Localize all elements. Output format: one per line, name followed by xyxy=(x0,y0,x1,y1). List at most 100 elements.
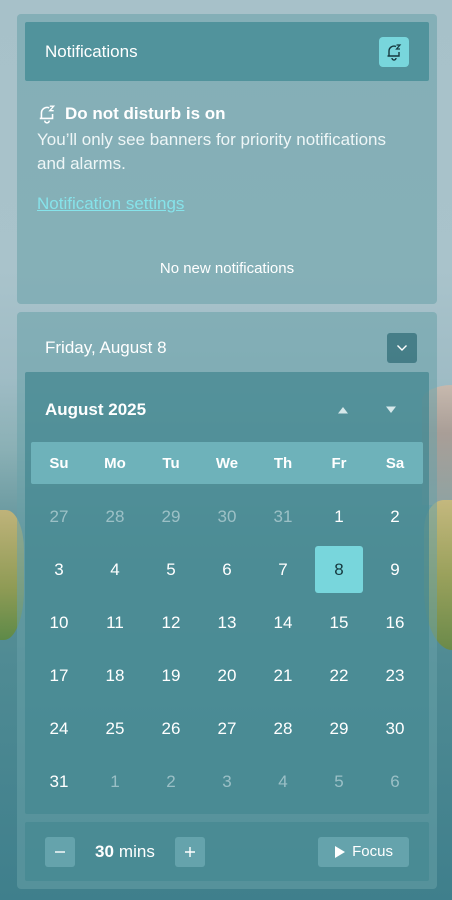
calendar-day-number: 19 xyxy=(161,665,181,685)
dnd-status-description: You’ll only see banners for priority not… xyxy=(37,130,387,173)
calendar-day-number: 28 xyxy=(273,718,293,738)
calendar-day-number: 30 xyxy=(217,506,237,526)
increase-duration-button[interactable] xyxy=(174,836,205,867)
calendar-day-number: 14 xyxy=(273,612,293,632)
calendar-day-number: 24 xyxy=(49,718,69,738)
calendar-day[interactable]: 1 xyxy=(87,755,143,808)
dnd-status-row: Do not disturb is on xyxy=(37,104,226,124)
calendar-day[interactable]: 28 xyxy=(87,490,143,543)
calendar-day-number: 4 xyxy=(110,559,120,579)
weekday-label: Th xyxy=(273,454,293,472)
calendar-day[interactable]: 26 xyxy=(143,702,199,755)
bell-snooze-icon xyxy=(39,105,56,124)
calendar-day[interactable]: 6 xyxy=(199,543,255,596)
calendar-day[interactable]: 16 xyxy=(367,596,423,649)
calendar-day-number: 9 xyxy=(390,559,400,579)
calendar-day-number: 6 xyxy=(222,559,232,579)
calendar-day[interactable]: 9 xyxy=(367,543,423,596)
calendar-day[interactable]: 29 xyxy=(143,490,199,543)
calendar-day-number: 28 xyxy=(105,506,125,526)
calendar-day[interactable]: 22 xyxy=(311,649,367,702)
calendar-day[interactable]: 27 xyxy=(199,702,255,755)
calendar-day-number: 3 xyxy=(222,771,232,791)
calendar-day[interactable]: 3 xyxy=(31,543,87,596)
start-focus-button[interactable]: Focus xyxy=(318,836,409,867)
calendar-day[interactable]: 28 xyxy=(255,702,311,755)
calendar-day[interactable]: 18 xyxy=(87,649,143,702)
calendar-day[interactable]: 25 xyxy=(87,702,143,755)
calendar-day[interactable]: 2 xyxy=(143,755,199,808)
calendar-day[interactable]: 30 xyxy=(367,702,423,755)
calendar-day[interactable]: 24 xyxy=(31,702,87,755)
calendar-day[interactable]: 31 xyxy=(31,755,87,808)
calendar-day-number: 2 xyxy=(390,506,400,526)
calendar-day-number: 8 xyxy=(315,546,363,593)
calendar-date-header: Friday, August 8 xyxy=(45,332,417,364)
calendar-day-number: 25 xyxy=(105,718,125,738)
calendar-day[interactable]: 5 xyxy=(311,755,367,808)
dnd-status-title: Do not disturb is on xyxy=(65,104,226,123)
calendar-day[interactable]: 1 xyxy=(311,490,367,543)
calendar-day-number: 13 xyxy=(217,612,237,632)
calendar-day[interactable]: 13 xyxy=(199,596,255,649)
calendar-day[interactable]: 15 xyxy=(311,596,367,649)
calendar-day-selected[interactable]: 8 xyxy=(311,543,367,596)
chevron-down-icon xyxy=(397,345,407,351)
calendar-day-number: 6 xyxy=(390,771,400,791)
calendar-day[interactable]: 11 xyxy=(87,596,143,649)
calendar-day[interactable]: 31 xyxy=(255,490,311,543)
duration-unit: mins xyxy=(118,841,155,861)
calendar-day-number: 23 xyxy=(385,665,405,685)
triangle-down-icon xyxy=(386,406,396,413)
empty-notifications-text: No new notifications xyxy=(159,260,295,277)
calendar-day-number: 4 xyxy=(278,771,288,791)
next-month-button[interactable] xyxy=(377,398,405,422)
calendar-day[interactable]: 21 xyxy=(255,649,311,702)
calendar-day[interactable]: 30 xyxy=(199,490,255,543)
calendar-day-number: 21 xyxy=(273,665,293,685)
weekday-header-row: Su Mo Tu We Th Fr Sa xyxy=(31,442,423,484)
calendar-day[interactable]: 3 xyxy=(199,755,255,808)
calendar-day[interactable]: 19 xyxy=(143,649,199,702)
weekday-label: Mo xyxy=(104,454,126,472)
calendar-day[interactable]: 7 xyxy=(255,543,311,596)
notifications-title: Notifications xyxy=(45,41,138,61)
calendar-day[interactable]: 23 xyxy=(367,649,423,702)
calendar-day-number: 22 xyxy=(329,665,349,685)
calendar-day[interactable]: 4 xyxy=(87,543,143,596)
weekday-label: Sa xyxy=(385,454,405,472)
decrease-duration-button[interactable] xyxy=(45,836,75,867)
calendar-day[interactable]: 17 xyxy=(31,649,87,702)
duration-value: 30 xyxy=(95,841,114,861)
calendar-day[interactable]: 5 xyxy=(143,543,199,596)
notification-settings-link[interactable]: Notification settings xyxy=(37,194,184,214)
calendar-day-number: 3 xyxy=(54,559,64,579)
calendar-day-number: 31 xyxy=(273,506,293,526)
month-navigation xyxy=(329,398,405,422)
collapse-calendar-button[interactable] xyxy=(387,333,417,363)
calendar-day[interactable]: 4 xyxy=(255,755,311,808)
calendar-day[interactable]: 2 xyxy=(367,490,423,543)
calendar-day[interactable]: 6 xyxy=(367,755,423,808)
previous-month-button[interactable] xyxy=(329,398,357,422)
calendar-day-number: 17 xyxy=(49,665,69,685)
minus-icon xyxy=(55,850,65,853)
calendar-card: August 2025 Su Mo Tu We Th Fr Sa 27 28 29 30 31 1 2 3… xyxy=(25,372,429,814)
weekday-label: We xyxy=(215,454,239,472)
calendar-day-grid: 27 28 29 30 31 1 2 3 4 5 6 7 8 9 10 11 12 13 14 15 16 17 18 19 2… xyxy=(31,490,423,808)
calendar-day-number: 29 xyxy=(329,718,349,738)
calendar-day[interactable]: 27 xyxy=(31,490,87,543)
calendar-day-number: 15 xyxy=(329,612,349,632)
calendar-day-number: 1 xyxy=(334,506,344,526)
calendar-panel: Friday, August 8 August 2025 Su Mo Tu We… xyxy=(17,312,437,889)
calendar-day[interactable]: 20 xyxy=(199,649,255,702)
calendar-day-number: 2 xyxy=(166,771,176,791)
calendar-day[interactable]: 29 xyxy=(311,702,367,755)
plus-icon xyxy=(184,846,195,857)
calendar-day-number: 29 xyxy=(161,506,181,526)
calendar-day[interactable]: 12 xyxy=(143,596,199,649)
do-not-disturb-toggle[interactable] xyxy=(379,36,409,67)
calendar-day-number: 30 xyxy=(385,718,405,738)
calendar-day[interactable]: 10 xyxy=(31,596,87,649)
calendar-day[interactable]: 14 xyxy=(255,596,311,649)
